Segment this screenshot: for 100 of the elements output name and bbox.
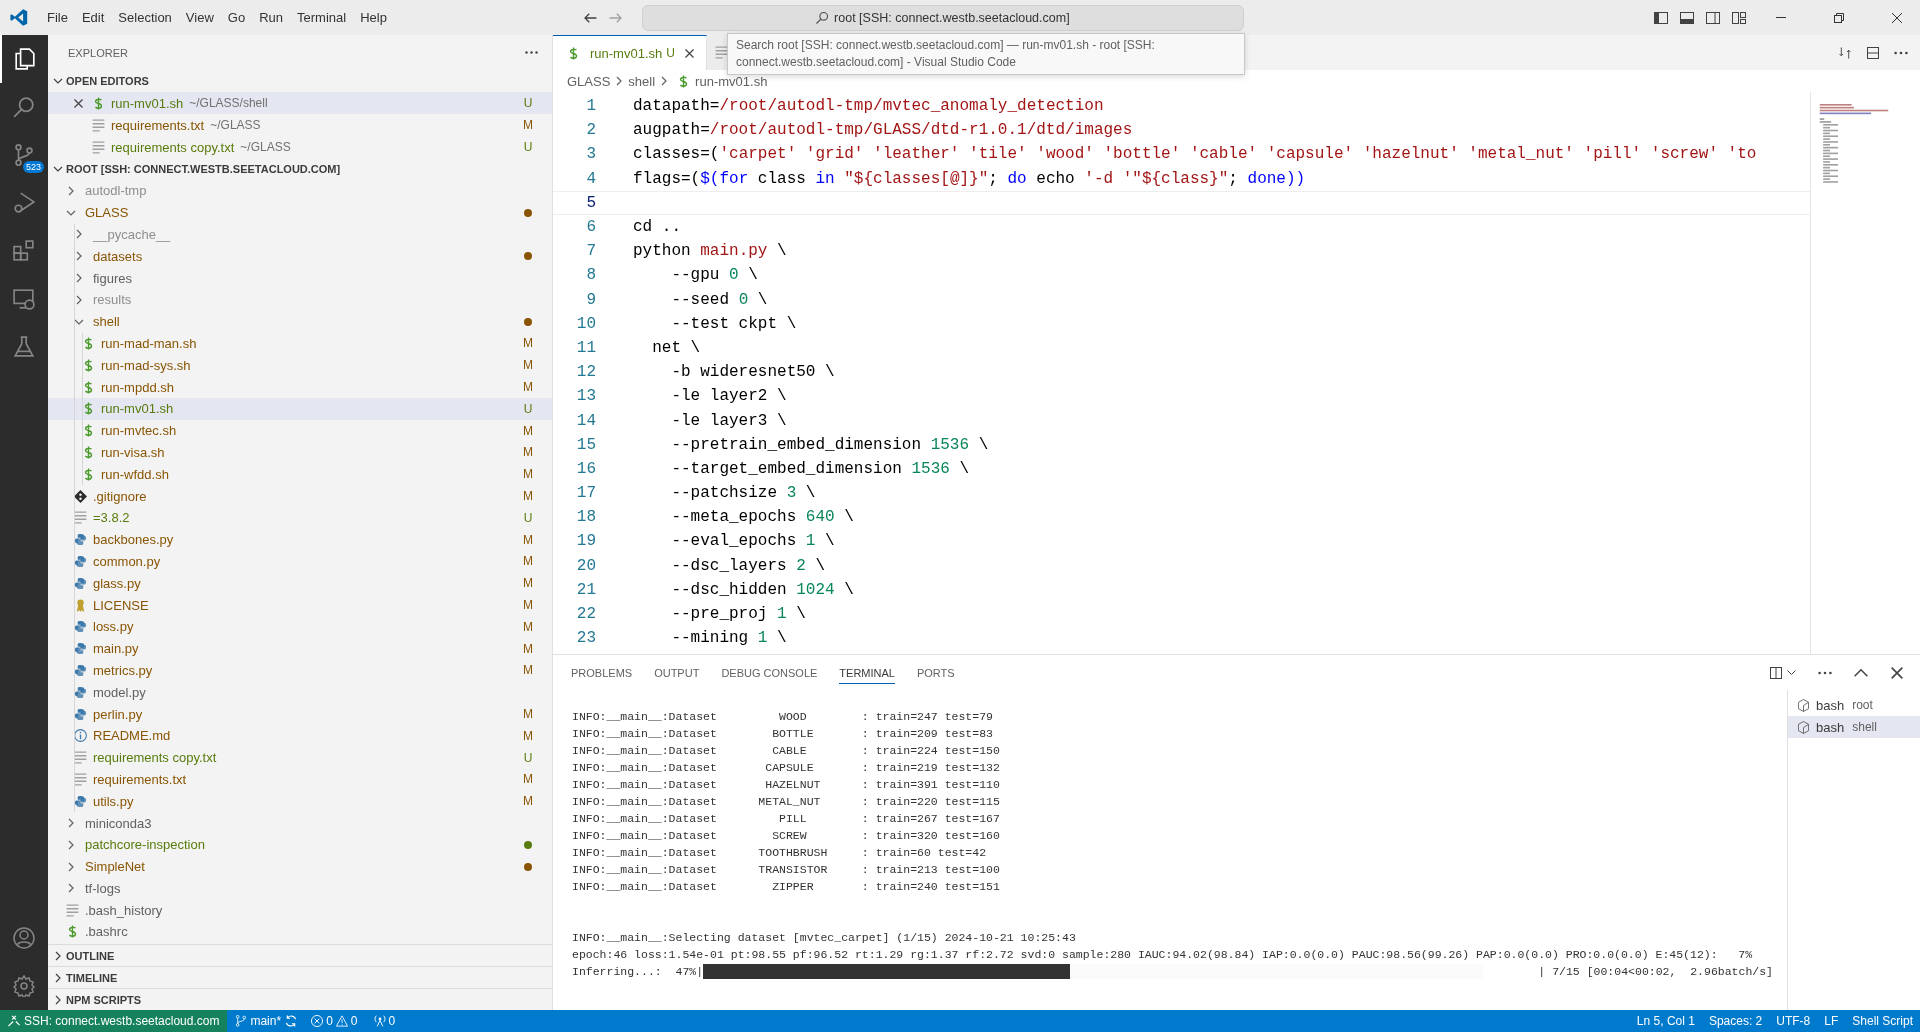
tree-item[interactable]: model.py — [48, 681, 552, 704]
panel-tab[interactable]: OUTPUT — [654, 662, 700, 683]
tree-item[interactable]: metrics.py M — [48, 659, 552, 682]
tree-item[interactable]: datasets — [48, 245, 552, 268]
compare-changes-icon[interactable] — [1838, 46, 1852, 59]
tree-item[interactable]: GLASS — [48, 201, 552, 224]
tree-item[interactable]: run-visa.sh M — [48, 441, 552, 464]
tree-item[interactable]: LICENSE M — [48, 594, 552, 616]
tree-item[interactable]: utils.py M — [48, 790, 552, 813]
source-control-activity-button[interactable]: 523 — [0, 131, 48, 179]
text-file-icon — [66, 903, 79, 917]
tree-item[interactable]: run-wfdd.sh M — [48, 463, 552, 486]
open-editor-row[interactable]: requirements copy.txt ~/GLASS U — [48, 136, 552, 158]
toggle-panel-icon[interactable] — [1680, 11, 1694, 24]
tree-item[interactable]: SimpleNet — [48, 855, 552, 878]
toggle-secondary-sidebar-icon[interactable] — [1706, 11, 1720, 24]
tree-item[interactable]: .bashrc — [48, 921, 552, 943]
menu-item[interactable]: View — [178, 10, 221, 25]
tree-item[interactable]: main.py M — [48, 637, 552, 660]
breadcrumb[interactable]: shell — [628, 73, 656, 89]
panel-tab[interactable]: DEBUG CONSOLE — [721, 662, 818, 683]
source-control-icon[interactable] — [13, 144, 35, 166]
open-editor-row[interactable]: requirements.txt ~/GLASS M — [48, 114, 552, 136]
search-icon[interactable] — [13, 96, 35, 118]
ports-indicator[interactable]: 0 — [365, 1014, 404, 1028]
panel-tab[interactable]: PROBLEMS — [571, 662, 633, 683]
tree-item[interactable]: tf-logs — [48, 877, 552, 900]
section-header[interactable]: OUTLINE — [48, 944, 552, 966]
close-icon[interactable] — [1892, 12, 1902, 23]
sync-icon[interactable] — [285, 1015, 298, 1027]
tree-item[interactable]: common.py M — [48, 550, 552, 573]
tree-item[interactable]: __pycache__ — [48, 223, 552, 246]
status-item[interactable]: Spaces: 2 — [1701, 1014, 1770, 1028]
tree-item[interactable]: perlin.py M — [48, 703, 552, 725]
toggle-sidebar-icon[interactable] — [1654, 11, 1668, 24]
run-debug-icon[interactable] — [13, 192, 35, 214]
status-item[interactable]: UTF-8 — [1769, 1014, 1818, 1028]
tree-item[interactable]: autodl-tmp — [48, 180, 552, 202]
breadcrumb[interactable]: run-mv01.sh — [695, 73, 768, 89]
split-editor-icon[interactable] — [1866, 46, 1880, 59]
close-icon[interactable] — [74, 98, 83, 108]
menu-item[interactable]: File — [40, 10, 75, 25]
tree-item[interactable]: loss.py M — [48, 615, 552, 638]
split-terminal-icon[interactable] — [1769, 666, 1783, 679]
status-item[interactable]: LF — [1817, 1014, 1846, 1028]
menu-item[interactable]: Edit — [74, 10, 112, 25]
section-header[interactable]: OPEN EDITORS — [48, 70, 552, 92]
tree-item[interactable]: requirements copy.txt U — [48, 746, 552, 769]
tree-item[interactable]: run-mpdd.sh M — [48, 376, 552, 398]
command-center[interactable]: root [SSH: connect.westb.seetacloud.com] — [641, 4, 1244, 31]
tree-item[interactable]: miniconda3 — [48, 812, 552, 834]
close-icon[interactable] — [1890, 666, 1904, 679]
layout-icon[interactable] — [1732, 11, 1746, 24]
close-icon[interactable] — [684, 48, 694, 58]
menu-item[interactable]: Terminal — [290, 10, 354, 25]
back-arrow-icon[interactable] — [583, 12, 597, 23]
editor-tab[interactable]: run-mv01.sh U — [553, 35, 707, 70]
line-number: 19 — [575, 532, 597, 551]
remote-indicator[interactable]: SSH: connect.westb.seetacloud.com — [0, 1010, 228, 1032]
account-icon[interactable] — [13, 927, 35, 949]
tree-item[interactable]: =3.8.2 U — [48, 506, 552, 529]
problems-indicator[interactable]: 0 0 — [303, 1014, 366, 1028]
terminal-session[interactable]: bash root — [1788, 694, 1920, 716]
tree-item[interactable]: patchcore-inspection — [48, 833, 552, 856]
tree-item[interactable]: figures — [48, 267, 552, 289]
section-header[interactable]: ROOT [SSH: CONNECT.WESTB.SEETACLOUD.COM] — [48, 158, 552, 180]
monitor-icon[interactable] — [13, 288, 35, 310]
panel-tab[interactable]: PORTS — [916, 662, 955, 683]
tree-item[interactable]: .gitignore M — [48, 485, 552, 507]
tree-item[interactable]: .bash_history — [48, 899, 552, 922]
tree-item[interactable]: run-mvtec.sh M — [48, 419, 552, 442]
section-header[interactable]: TIMELINE — [48, 966, 552, 988]
open-editor-row[interactable]: run-mv01.sh ~/GLASS/shell U — [48, 92, 552, 114]
tree-item[interactable]: backbones.py M — [48, 528, 552, 551]
tree-item[interactable]: README.md M — [48, 724, 552, 747]
status-item[interactable]: Ln 5, Col 1 — [1629, 1014, 1702, 1028]
menu-item[interactable]: Go — [220, 10, 253, 25]
tree-item[interactable]: run-mad-sys.sh M — [48, 354, 552, 377]
extensions-icon[interactable] — [13, 240, 35, 262]
caret-icon[interactable] — [1787, 670, 1796, 675]
files-icon[interactable] — [14, 48, 36, 70]
maximize-panel-icon[interactable] — [1854, 666, 1868, 679]
tree-item[interactable]: run-mad-man.sh M — [48, 332, 552, 355]
tree-item[interactable]: shell — [48, 310, 552, 333]
menu-item[interactable]: Help — [353, 10, 394, 25]
branch-indicator[interactable]: main* — [227, 1014, 290, 1028]
menu-item[interactable]: Run — [252, 10, 290, 25]
settings-icon[interactable] — [13, 975, 35, 997]
flask-icon[interactable] — [13, 336, 35, 358]
breadcrumb[interactable]: GLASS — [567, 73, 611, 89]
terminal-session[interactable]: bash shell — [1788, 716, 1920, 738]
panel-tab[interactable]: TERMINAL — [839, 661, 895, 684]
tree-item[interactable]: results — [48, 289, 552, 311]
tree-item[interactable]: glass.py M — [48, 572, 552, 595]
menu-item[interactable]: Selection — [111, 10, 179, 25]
restore-icon[interactable] — [1834, 12, 1844, 23]
tree-item[interactable]: run-mv01.sh U — [48, 397, 552, 420]
more-icon[interactable] — [525, 51, 538, 54]
tree-item[interactable]: requirements.txt M — [48, 768, 552, 791]
status-item[interactable]: Shell Script — [1845, 1014, 1920, 1028]
